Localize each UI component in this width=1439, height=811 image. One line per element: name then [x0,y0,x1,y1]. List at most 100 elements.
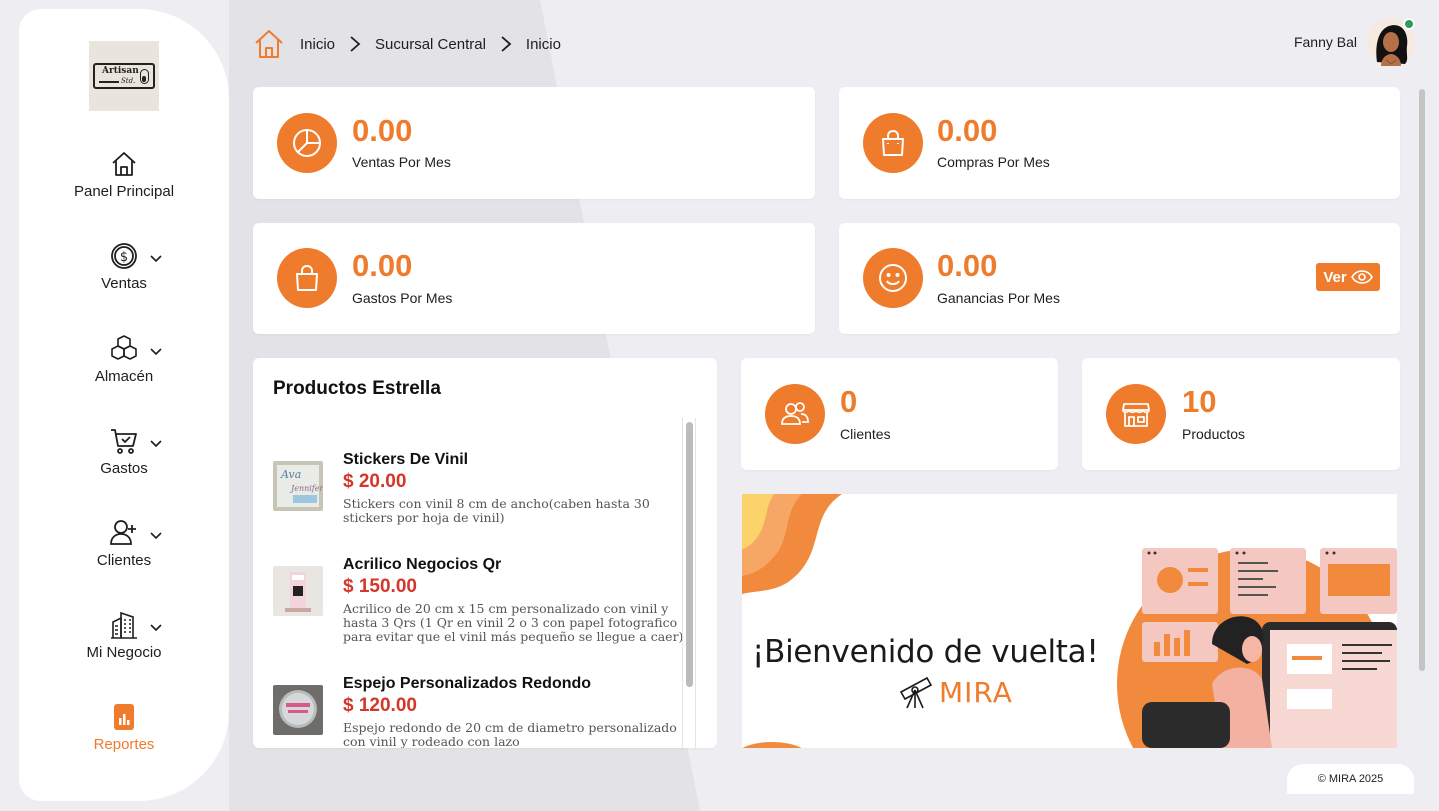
boxes-icon [111,335,137,360]
shopping-bag-icon [882,130,904,156]
counter-card-productos: 10 Productos [1082,358,1400,470]
sidebar-item-label: Mi Negocio [86,644,162,661]
dollar-circle-icon: $ [111,243,137,269]
logo-bar [99,81,119,83]
ver-button-label: Ver [1323,268,1347,286]
counter-label: Clientes [840,426,891,442]
product-thumbnail [273,566,323,616]
sidebar-item-gastos[interactable]: Gastos [19,426,229,477]
chevron-down-icon[interactable] [148,435,164,451]
sidebar-item-label: Clientes [96,552,152,569]
chevron-down-icon[interactable] [148,343,164,359]
chevron-down-icon[interactable] [148,250,164,266]
logo-pill [140,69,149,84]
sidebar-item-reportes[interactable]: Reportes [19,702,229,753]
sidebar-item-label: Panel Principal [73,183,175,200]
eye-icon [1350,270,1373,284]
report-icon [114,704,134,730]
sidebar-item-label: Gastos [100,460,148,477]
product-thumbnail [273,685,323,735]
product-name: Stickers De Vinil [343,451,469,468]
chevron-down-icon[interactable] [148,527,164,543]
avatar[interactable] [1367,18,1415,66]
sidebar-item-label: Ventas [101,275,147,292]
chevron-down-icon[interactable] [148,619,164,635]
sidebar-item-mi-negocio[interactable]: Mi Negocio [19,610,229,661]
stat-icon-circle [277,113,337,173]
svg-text:Jennifer: Jennifer [289,484,323,493]
users-icon [781,402,809,425]
shopping-bag-icon [296,265,318,291]
counter-value: 0 [840,384,858,419]
online-status-indicator [1403,18,1415,30]
counter-value: 10 [1182,384,1217,419]
stat-value: 0.00 [352,113,413,148]
product-description: Espejo redondo de 20 cm de diametro pers… [343,720,677,749]
stat-card-gastos: 0.00 Gastos Por Mes [253,223,815,334]
breadcrumb-item[interactable]: Inicio [300,36,335,53]
banner-illustration [742,494,1397,748]
stat-label: Ventas Por Mes [352,154,451,170]
stat-value: 0.00 [937,113,998,148]
product-list[interactable]: Ava Jennifer Stickers De Vinil $ 20.00 St… [273,418,683,748]
product-name: Espejo Personalizados Redondo [343,675,592,692]
stat-value: 0.00 [937,248,998,283]
svg-text:Ava: Ava [280,468,301,481]
product-price: $ 20.00 [343,471,407,492]
panel-title: Productos Estrella [273,378,441,399]
welcome-message: ¡Bienvenido de vuelta! [752,634,1099,670]
stat-label: Compras Por Mes [937,154,1050,170]
smile-icon [879,264,907,292]
scrollbar-thumb[interactable] [686,422,693,687]
sidebar-item-label: Reportes [93,736,155,753]
logo-subtext: Std. [121,77,136,85]
user-menu[interactable]: Fanny Bal [1294,18,1415,66]
cart-icon [111,429,137,454]
logo-text: Artisan [102,66,139,76]
stat-icon-circle [1106,384,1166,444]
sidebar-item-ventas[interactable]: $ Ventas [19,241,229,292]
chevron-right-icon [350,36,361,52]
stat-icon-circle [863,113,923,173]
stat-label: Gastos Por Mes [352,290,453,306]
product-price: $ 150.00 [343,576,417,597]
sidebar-item-clientes[interactable]: Clientes [19,518,229,569]
banner-brand: MIRA [897,674,1013,710]
home-icon [112,152,136,176]
stat-label: Ganancias Por Mes [937,290,1060,306]
counter-card-clientes: 0 Clientes [741,358,1058,470]
breadcrumb-item[interactable]: Inicio [526,36,561,53]
sidebar-item-panel-principal[interactable]: Panel Principal [19,149,229,200]
counter-label: Productos [1182,426,1246,442]
banner-brand-name: MIRA [939,675,1013,709]
stat-card-compras: 0.00 Compras Por Mes [839,87,1400,199]
svg-text:$: $ [120,250,128,265]
stat-icon-circle [765,384,825,444]
copyright-text: © MIRA 2025 [1317,773,1384,785]
pie-chart-icon [293,129,321,157]
home-icon[interactable] [253,28,285,60]
scrollbar-thumb[interactable] [1419,89,1425,671]
ver-ganancias-button[interactable]: Ver [1316,263,1380,291]
product-description: Acrilico de 20 cm x 15 cm personalizado … [343,601,683,644]
page-scrollbar[interactable] [1415,87,1429,747]
buildings-icon [111,611,137,639]
store-icon [1122,403,1150,427]
stat-value: 0.00 [352,248,413,283]
user-plus-icon [110,520,136,545]
logo-mark: Artisan Std. [93,63,155,89]
telescope-icon [899,676,933,709]
product-price: $ 120.00 [343,695,417,716]
user-name: Fanny Bal [1293,34,1357,50]
chevron-right-icon [501,36,512,52]
stat-icon-circle [863,248,923,308]
sidebar-item-almacen[interactable]: Almacén [19,334,229,385]
product-list-scrollbar[interactable] [682,418,696,748]
breadcrumb: Inicio Sucursal Central Inicio [253,28,561,60]
breadcrumb-item[interactable]: Sucursal Central [375,36,486,53]
footer-copyright: © MIRA 2025 [1287,764,1414,794]
product-name: Acrilico Negocios Qr [343,556,502,573]
welcome-banner: ¡Bienvenido de vuelta! MIRA [742,494,1397,748]
stat-card-ganancias: 0.00 Ganancias Por Mes Ver [839,223,1400,334]
brand-logo[interactable]: Artisan Std. [89,41,159,111]
